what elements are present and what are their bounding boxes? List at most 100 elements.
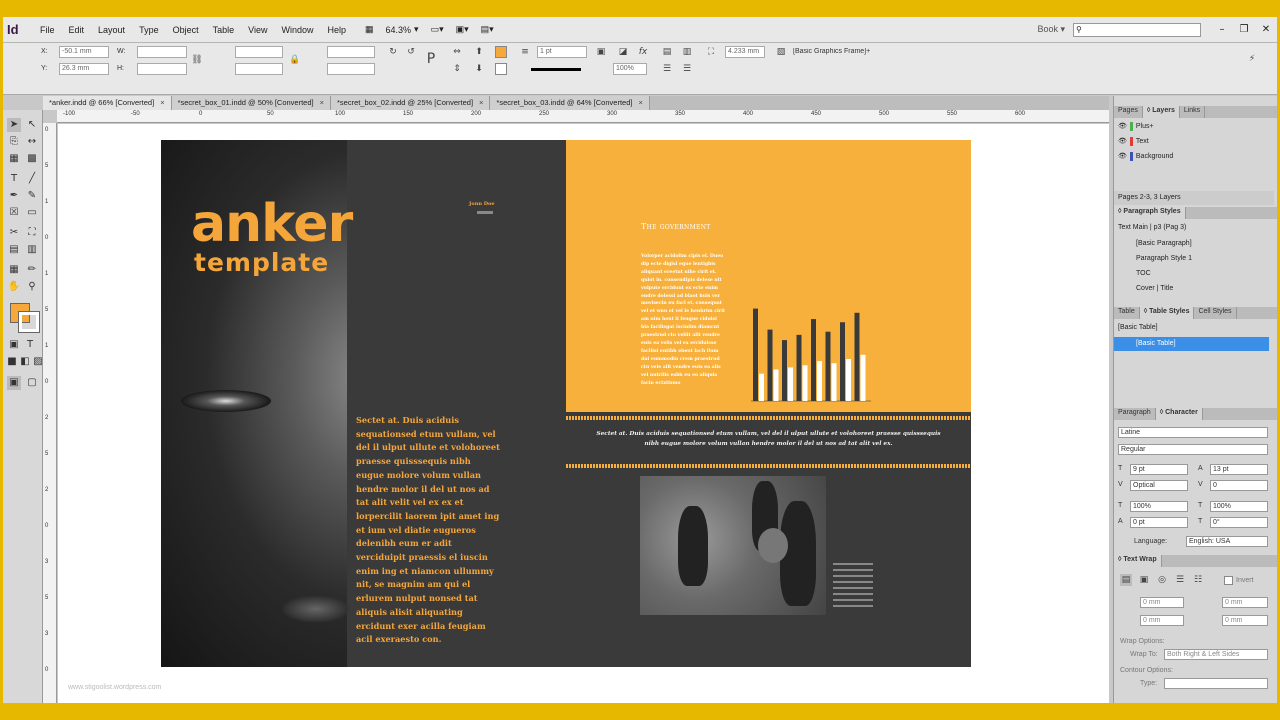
- close-button[interactable]: ✕: [1255, 24, 1277, 35]
- tab-paragraph-styles[interactable]: ◊ Paragraph Styles: [1114, 207, 1186, 219]
- wrap-right-offset[interactable]: 0 mm: [1222, 615, 1268, 626]
- path-type-icon[interactable]: P: [425, 52, 437, 66]
- flip-horizontal-icon[interactable]: ⇔: [451, 46, 463, 58]
- stroke-color-icon[interactable]: [18, 311, 40, 333]
- size-field[interactable]: 4.233 mm: [725, 46, 765, 58]
- invert-checkbox[interactable]: [1224, 576, 1233, 585]
- type-tool-icon[interactable]: T: [7, 172, 21, 186]
- tab-layers[interactable]: ◊ Layers: [1142, 106, 1180, 118]
- rectangle-tool-icon[interactable]: ▭: [25, 206, 39, 220]
- scale-y-field[interactable]: [235, 63, 283, 75]
- horizontal-scale-field[interactable]: 100%: [1210, 501, 1268, 512]
- content-placer-icon[interactable]: ▩: [25, 152, 39, 166]
- vertical-scale-field[interactable]: 100%: [1130, 501, 1188, 512]
- screen-mode-icon[interactable]: ▣▾: [456, 24, 469, 35]
- tab-character[interactable]: ◊ Character: [1155, 408, 1203, 420]
- menu-layout[interactable]: Layout: [91, 25, 132, 35]
- rectangle-frame-tool-icon[interactable]: ☒: [7, 206, 21, 220]
- body-text-left[interactable]: Sectet at. Duis aciduis sequationsed etu…: [356, 414, 501, 647]
- tracking-field[interactable]: 0: [1210, 480, 1268, 491]
- page-tool-icon[interactable]: ⎘: [7, 135, 21, 149]
- body-text-right[interactable]: Volorper acidolim cipis el. Dueo dip ect…: [641, 253, 726, 387]
- menu-edit[interactable]: Edit: [62, 25, 92, 35]
- object-style-icon[interactable]: ▧: [775, 46, 787, 58]
- language-select[interactable]: English: USA: [1186, 536, 1268, 547]
- layer-row-plus[interactable]: 👁 Plus+: [1114, 120, 1274, 134]
- tab-secret-box-03[interactable]: *secret_box_03.indd @ 64% [Converted] ×: [490, 96, 650, 110]
- pencil-tool-icon[interactable]: ✎: [25, 189, 39, 203]
- eye-icon[interactable]: 👁: [1118, 153, 1127, 160]
- eyedropper-tool-icon[interactable]: ✏: [25, 263, 39, 277]
- tab-text-wrap[interactable]: ◊ Text Wrap: [1114, 555, 1162, 567]
- rotate-field[interactable]: [327, 46, 375, 58]
- contour-type-select[interactable]: [1164, 678, 1268, 689]
- children-photo[interactable]: [640, 476, 826, 615]
- selection-tool-icon[interactable]: ➤: [7, 118, 21, 132]
- constrain-proportions-icon[interactable]: ⛓: [191, 54, 203, 66]
- direct-selection-tool-icon[interactable]: ↖: [25, 118, 39, 132]
- wrap-left-offset[interactable]: 0 mm: [1222, 597, 1268, 608]
- free-transform-tool-icon[interactable]: ⛶: [25, 226, 39, 240]
- drop-shadow-icon[interactable]: ▣: [595, 46, 607, 58]
- corner-icon[interactable]: ◪: [617, 46, 629, 58]
- x-field[interactable]: -50.1 mm: [59, 46, 109, 58]
- zoom-tool-icon[interactable]: ⚲: [25, 280, 39, 294]
- horizontal-ruler[interactable]: -100 -50 0 50 100 150 200 250 300 350 400 450 500 550…: [57, 110, 1109, 123]
- vertical-ruler[interactable]: 0510151025203530: [43, 123, 57, 703]
- menu-type[interactable]: Type: [132, 25, 166, 35]
- wrap-to-select[interactable]: Both Right & Left Sides: [1164, 649, 1268, 660]
- layer-row-text[interactable]: 👁 Text: [1114, 135, 1274, 149]
- search-input[interactable]: ⚲: [1073, 22, 1201, 37]
- kerning-field[interactable]: Optical: [1130, 480, 1188, 491]
- tab-pages[interactable]: Pages: [1114, 106, 1143, 118]
- restore-button[interactable]: ❐: [1233, 24, 1255, 35]
- line-tool-icon[interactable]: ╱: [25, 172, 39, 186]
- orange-panel[interactable]: The government Volorper acidolim cipis e…: [566, 140, 971, 412]
- opacity-field[interactable]: 100%: [613, 63, 647, 75]
- gap-tool-icon[interactable]: ↔: [25, 135, 39, 149]
- baseline-shift-field[interactable]: 0 pt: [1130, 517, 1188, 528]
- effects-icon[interactable]: fx: [637, 46, 649, 58]
- menu-help[interactable]: Help: [320, 25, 353, 35]
- wrap-top-offset[interactable]: 0 mm: [1140, 597, 1184, 608]
- tab-secret-box-01[interactable]: *secret_box_01.indd @ 50% [Converted] ×: [171, 96, 331, 110]
- wrap-object-shape-icon[interactable]: ◎: [1156, 574, 1168, 586]
- scale-x-field[interactable]: [235, 46, 283, 58]
- tab-table[interactable]: Table: [1114, 307, 1140, 319]
- select-container-icon[interactable]: ⬆: [473, 46, 485, 58]
- stroke-swatch[interactable]: [495, 63, 507, 75]
- close-tab-icon[interactable]: ×: [479, 98, 483, 107]
- workspace-switcher[interactable]: Book ▾: [1037, 24, 1065, 35]
- headline-anker[interactable]: anker: [191, 198, 353, 250]
- leading-field[interactable]: 13 pt: [1210, 464, 1268, 475]
- formatting-text-icon[interactable]: T: [23, 338, 37, 352]
- close-tab-icon[interactable]: ×: [320, 98, 324, 107]
- jump-next-column-icon[interactable]: ☷: [1192, 574, 1204, 586]
- content-collector-icon[interactable]: ▦: [7, 152, 21, 166]
- tab-links[interactable]: Links: [1180, 106, 1206, 118]
- tab-table-styles[interactable]: ◊ Table Styles: [1139, 307, 1195, 319]
- object-style-select[interactable]: [Basic Graphics Frame]+: [793, 48, 883, 55]
- normal-view-icon[interactable]: ▣: [7, 376, 21, 390]
- rotate-ccw-icon[interactable]: ↺: [405, 46, 417, 58]
- lightning-icon[interactable]: ⚡: [1246, 53, 1258, 65]
- no-wrap-icon[interactable]: ▤: [1120, 574, 1132, 586]
- close-tab-icon[interactable]: ×: [638, 98, 642, 107]
- scissors-tool-icon[interactable]: ✂: [7, 226, 21, 240]
- align-center-icon[interactable]: ☰: [681, 63, 693, 75]
- gradient-feather-tool-icon[interactable]: ▥: [25, 243, 39, 257]
- tab-paragraph[interactable]: Paragraph: [1114, 408, 1156, 420]
- auto-fit-icon[interactable]: ⛶: [705, 46, 717, 58]
- menu-view[interactable]: View: [241, 25, 274, 35]
- apply-gradient-icon[interactable]: ◧: [18, 355, 32, 369]
- byline[interactable]: Jonn Doe: [469, 201, 495, 207]
- jump-object-icon[interactable]: ☰: [1174, 574, 1186, 586]
- menu-file[interactable]: File: [33, 25, 62, 35]
- close-tab-icon[interactable]: ×: [160, 98, 164, 107]
- fill-swatch[interactable]: [495, 46, 507, 58]
- preview-mode-icon[interactable]: ▢: [25, 376, 39, 390]
- wrap-bounding-box-icon[interactable]: ▣: [1138, 574, 1150, 586]
- text-wrap-around-icon[interactable]: ▥: [681, 46, 693, 58]
- minimize-button[interactable]: –: [1211, 24, 1233, 35]
- pasteboard[interactable]: anker template Jonn Doe Sectet at. Duis …: [58, 124, 1109, 703]
